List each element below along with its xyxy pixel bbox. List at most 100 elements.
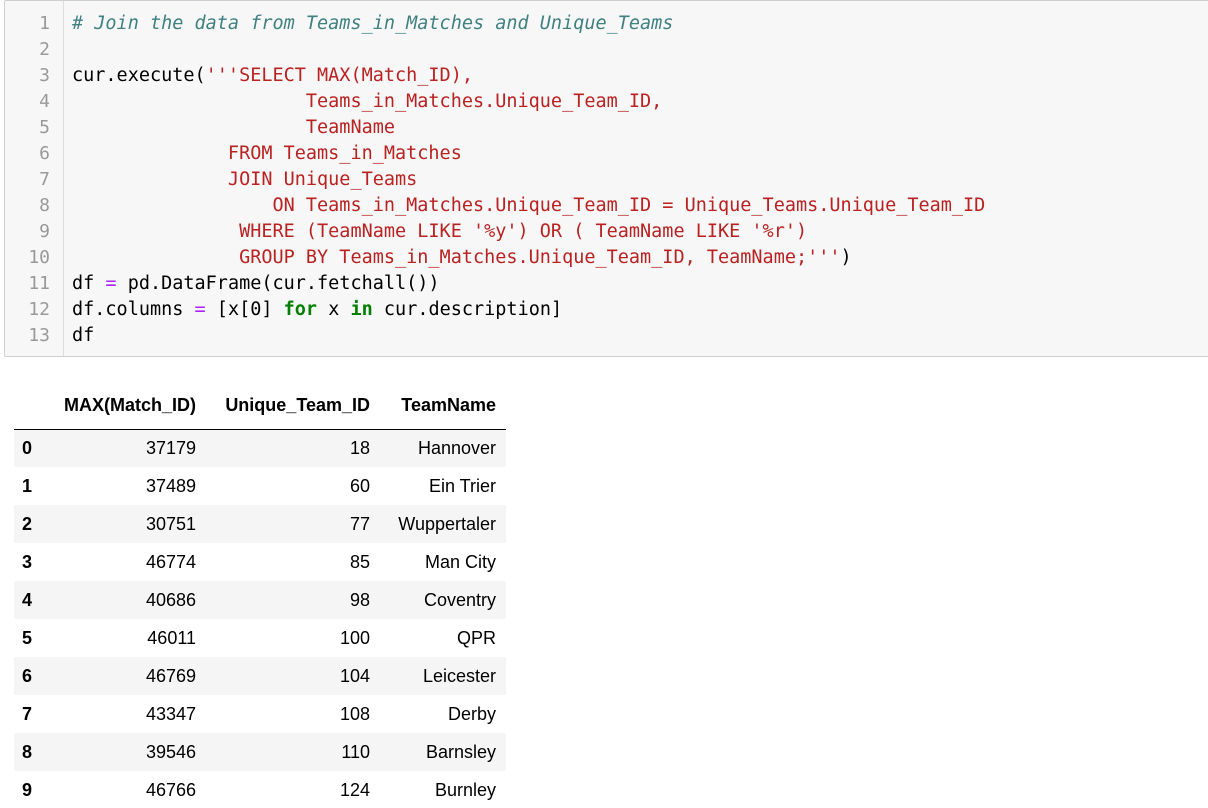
line-number: 11 (28, 273, 50, 294)
code-line: df (72, 323, 94, 349)
code-line: df = pd.DataFrame(cur.fetchall()) (72, 271, 440, 297)
max-match-id-cell: 39546 (145, 741, 197, 762)
team-name-cell: Wuppertaler (398, 513, 497, 534)
dataframe-table: MAX(Match_ID) Unique_Team_ID TeamName 0 3… (14, 385, 507, 808)
team-name-cell: Barnsley (425, 741, 497, 762)
table-row: 4 40686 98 Coventry (14, 581, 507, 619)
unique-team-id-cell: 77 (349, 513, 371, 534)
table-row: 7 43347 108 Derby (14, 695, 507, 733)
code-token: cur.description] (372, 299, 563, 320)
row-index: 0 (22, 437, 33, 458)
unique-team-id-cell: 98 (349, 589, 371, 610)
table-row: 2 30751 77 Wuppertaler (14, 505, 507, 543)
unique-team-id-cell: 124 (339, 779, 371, 800)
team-name-cell: Burnley (434, 779, 497, 800)
team-name-cell: Man City (425, 551, 497, 572)
table-body: 0 37179 18 Hannover 1 37489 60 Ein Trier 2 30751 7… (14, 429, 507, 808)
max-match-id-cell: 46011 (147, 627, 197, 648)
code-token: WHERE (TeamName LIKE '%y') OR ( TeamName… (72, 221, 808, 242)
line-number: 4 (39, 91, 50, 112)
line-number: 9 (39, 221, 50, 242)
unique-team-id-column-header: Unique_Team_ID (206, 385, 381, 430)
table-row: 6 46769 104 Leicester (14, 657, 507, 695)
code-line: TeamName (72, 115, 395, 141)
table-row: 9 46766 124 Burnley (14, 771, 507, 808)
unique-team-id-cell: 104 (339, 665, 371, 686)
code-line: JOIN Unique_Teams (72, 167, 417, 193)
unique-team-id-cell: 18 (349, 437, 371, 458)
team-name-cell: Ein Trier (428, 475, 497, 496)
line-number: 6 (39, 143, 50, 164)
code-token: ON Teams_in_Matches.Unique_Team_ID = Uni… (72, 195, 986, 216)
line-number: 8 (39, 195, 50, 216)
team-name-cell: Leicester (422, 665, 497, 686)
row-index: 2 (22, 513, 33, 534)
unique-team-id-cell: 100 (339, 627, 371, 648)
table-row: 8 39546 110 Barnsley (14, 733, 507, 771)
code-line: cur.execute('''SELECT MAX(Match_ID), (72, 63, 473, 89)
code-token: = (105, 273, 117, 294)
code-token: = (194, 299, 206, 320)
code-token: cur.execute( (72, 65, 206, 86)
unique-team-id-cell: 85 (349, 551, 371, 572)
line-number: 5 (39, 117, 50, 138)
code-token: JOIN Unique_Teams (72, 169, 418, 190)
code-token: '''SELECT MAX(Match_ID), (205, 65, 473, 86)
line-number: 7 (39, 169, 50, 190)
unique-team-id-cell: 110 (341, 741, 371, 762)
notebook: 1 2 3 4 5 6 7 8 9 10 11 12 13 # Join the data from T… (0, 0, 1208, 808)
code-token: df.columns (72, 299, 195, 320)
line-number: 3 (39, 65, 50, 86)
row-index: 4 (22, 589, 33, 610)
index-column-header (14, 385, 54, 430)
line-number: 13 (28, 325, 50, 346)
line-number: 10 (28, 247, 50, 268)
code-cell-editor[interactable]: 1 2 3 4 5 6 7 8 9 10 11 12 13 # Join the data from T… (4, 0, 1208, 357)
code-token: ) (840, 247, 852, 268)
code-line: Teams_in_Matches.Unique_Team_ID, (72, 89, 662, 115)
code-token: df (72, 273, 106, 294)
code-token: 0 (250, 299, 262, 320)
row-index: 6 (22, 665, 33, 686)
team-name-cell: Derby (448, 703, 497, 724)
code-token: in (350, 299, 373, 320)
max-match-id-cell: 46769 (145, 665, 197, 686)
code-token: Teams_in_Matches.Unique_Team_ID, (72, 91, 663, 112)
table-row: 3 46774 85 Man City (14, 543, 507, 581)
max-match-id-cell: 40686 (145, 589, 197, 610)
max-match-id-cell: 37489 (145, 475, 197, 496)
max-match-id-cell: 43347 (145, 703, 197, 724)
code-line: # Join the data from Teams_in_Matches an… (72, 11, 673, 37)
table-header-row: MAX(Match_ID) Unique_Team_ID TeamName (14, 385, 507, 430)
output-area: MAX(Match_ID) Unique_Team_ID TeamName 0 3… (14, 385, 507, 808)
max-match-id-cell: 46766 (145, 779, 197, 800)
code-token: GROUP BY Teams_in_Matches.Unique_Team_ID… (72, 247, 841, 268)
table-row: 1 37489 60 Ein Trier (14, 467, 507, 505)
team-name-column-header: TeamName (380, 385, 507, 430)
max-match-id-column-header: MAX(Match_ID) (54, 385, 207, 430)
code-token: df (72, 325, 95, 346)
max-match-id-cell: 46774 (145, 551, 197, 572)
code-token: [x[ (205, 299, 251, 320)
code-token: TeamName (72, 117, 396, 138)
line-number: 1 (39, 13, 50, 34)
row-index: 3 (22, 551, 33, 572)
line-number-gutter: 1 2 3 4 5 6 7 8 9 10 11 12 13 (5, 1, 64, 356)
max-match-id-cell: 30751 (145, 513, 197, 534)
line-number: 2 (39, 39, 50, 60)
unique-team-id-cell: 108 (339, 703, 371, 724)
row-index: 1 (22, 475, 33, 496)
code-line: FROM Teams_in_Matches (72, 141, 462, 167)
max-match-id-cell: 37179 (145, 437, 197, 458)
code-line: GROUP BY Teams_in_Matches.Unique_Team_ID… (72, 245, 852, 271)
code-token: # Join the data from Teams_in_Matches an… (72, 13, 674, 34)
row-index: 5 (22, 627, 33, 648)
row-index: 8 (22, 741, 33, 762)
team-name-cell: Coventry (423, 589, 497, 610)
line-number: 12 (28, 299, 50, 320)
team-name-cell: Hannover (417, 437, 497, 458)
row-index: 7 (22, 703, 33, 724)
code-token: x (317, 299, 351, 320)
code-token: for (283, 299, 318, 320)
code-line: df.columns = [x[0] for x in cur.descript… (72, 297, 562, 323)
